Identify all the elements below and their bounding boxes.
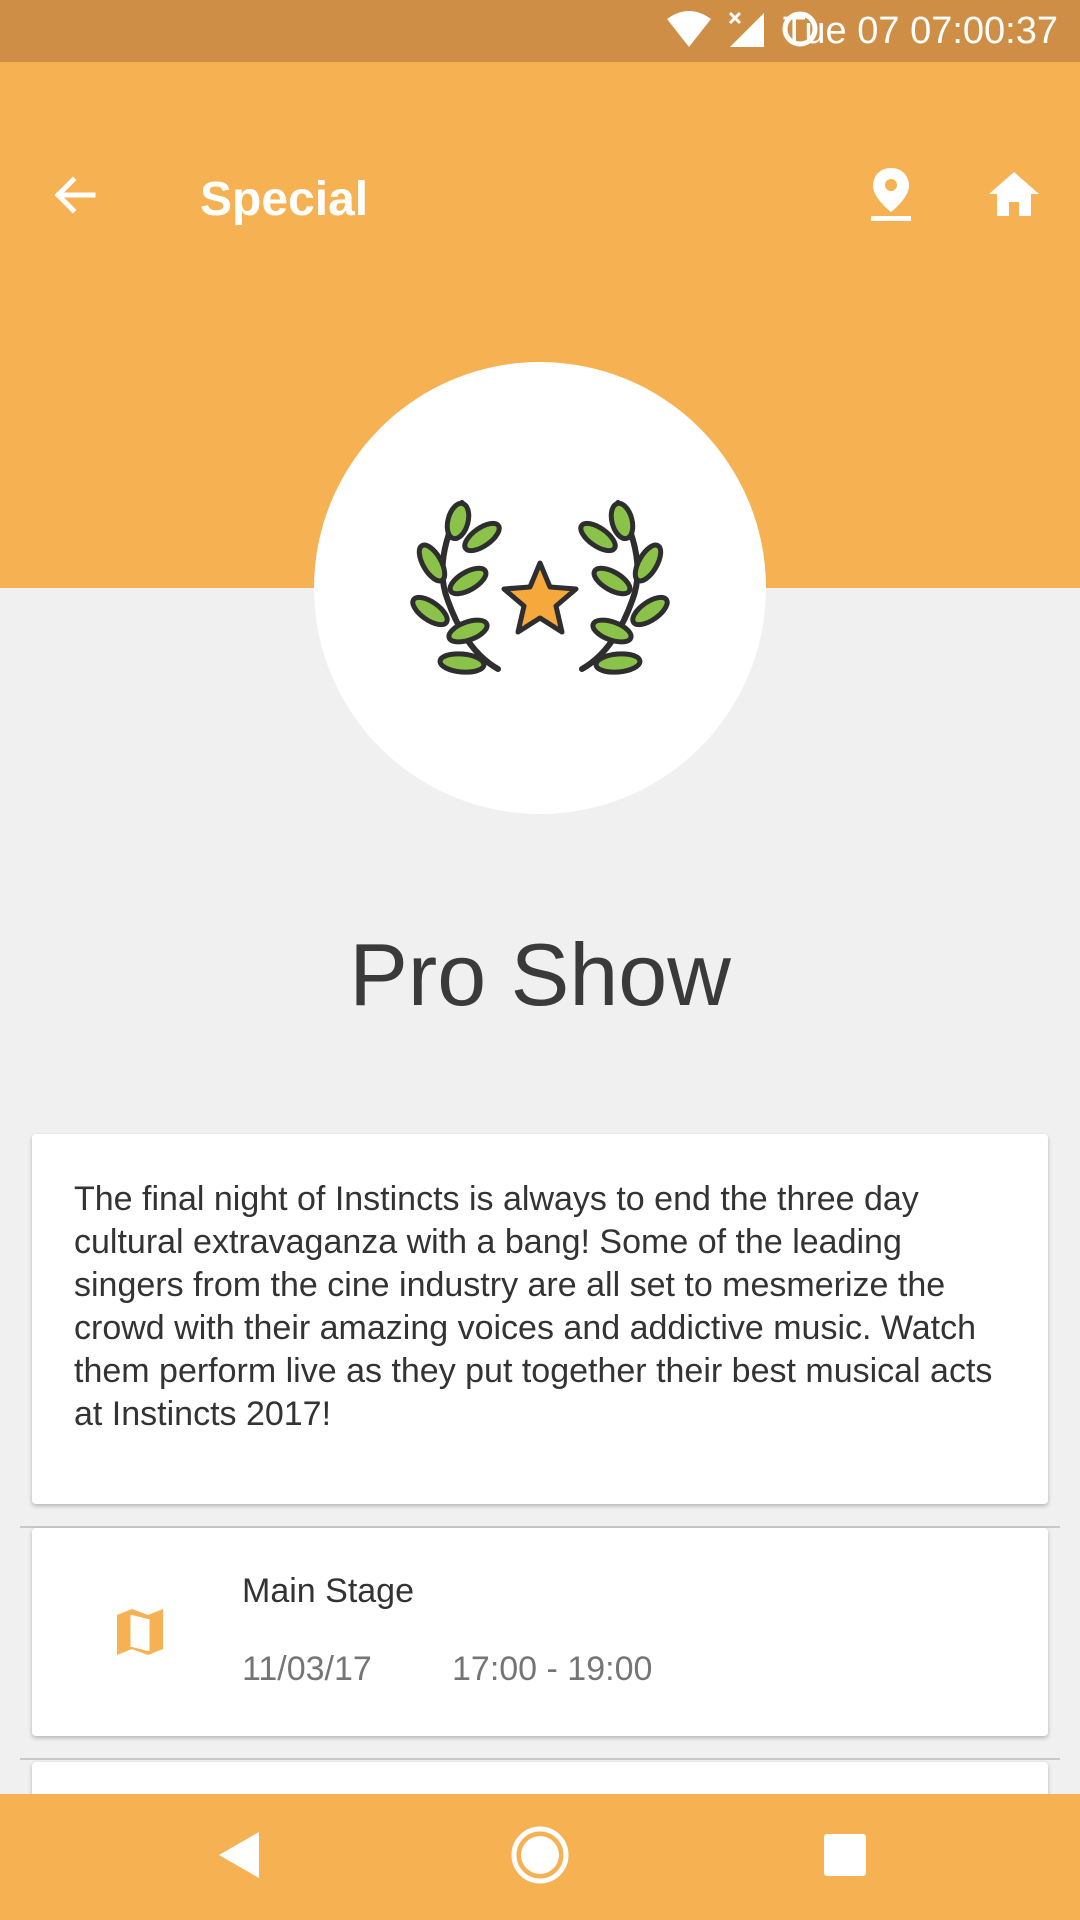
- laurel-star-icon: [410, 491, 670, 686]
- event-badge: [314, 362, 766, 814]
- event-date: 11/03/17: [242, 1650, 372, 1688]
- navigation-bar: [0, 1794, 1080, 1920]
- location-button[interactable]: [855, 160, 927, 232]
- venue-name: Main Stage: [242, 1572, 414, 1610]
- back-triangle-icon: [215, 1830, 261, 1885]
- event-time: 17:00 - 19:00: [452, 1650, 653, 1688]
- home-icon: [987, 170, 1041, 223]
- nav-back-button[interactable]: [193, 1812, 283, 1902]
- signal-icon: [726, 9, 766, 54]
- status-time: Tue 07 07:00:37: [782, 10, 1058, 52]
- home-button[interactable]: [978, 160, 1050, 232]
- back-button[interactable]: [40, 162, 110, 232]
- wifi-icon: [666, 9, 712, 54]
- map-icon: [110, 1602, 170, 1662]
- event-description: The final night of Instincts is always t…: [74, 1180, 993, 1433]
- arrow-back-icon: [51, 171, 99, 224]
- event-title: Pro Show: [349, 925, 731, 1024]
- page-title: Special: [200, 173, 369, 226]
- home-circle-icon: [510, 1825, 570, 1890]
- description-card: The final night of Instincts is always t…: [32, 1134, 1048, 1504]
- recents-square-icon: [822, 1832, 868, 1883]
- nav-home-button[interactable]: [495, 1812, 585, 1902]
- schedule-card[interactable]: Main Stage 11/03/17 17:00 - 19:00: [32, 1528, 1048, 1736]
- nav-recents-button[interactable]: [800, 1812, 890, 1902]
- location-pin-icon: [869, 166, 913, 227]
- status-bar: Tue 07 07:00:37: [0, 0, 1080, 62]
- divider: [20, 1758, 1060, 1760]
